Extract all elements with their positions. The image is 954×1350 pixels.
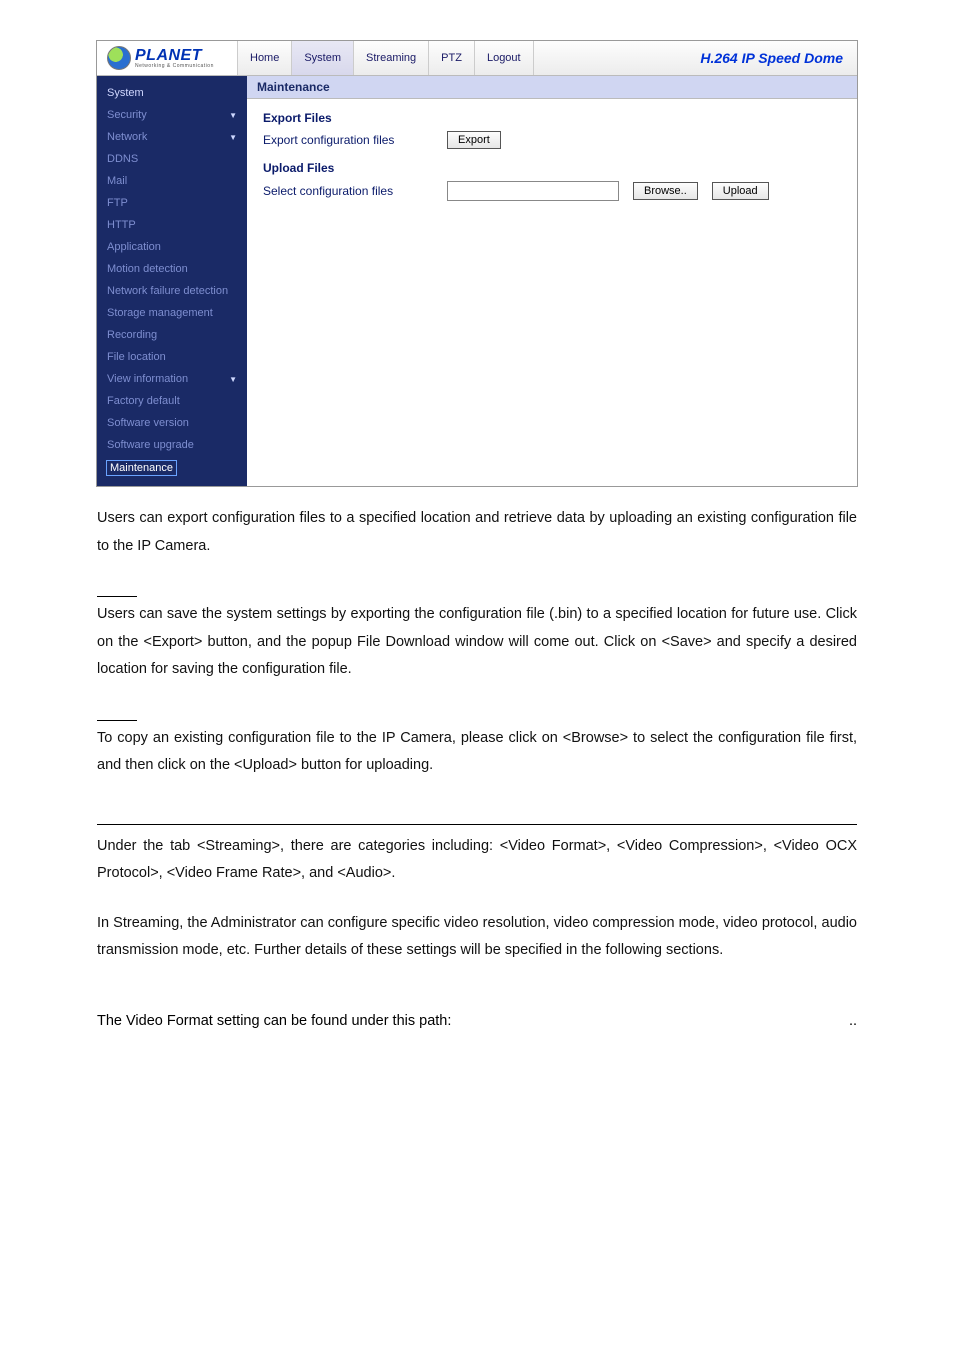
- paragraph: Users can save the system settings by ex…: [97, 601, 857, 684]
- export-button[interactable]: Export: [447, 131, 501, 149]
- sidebar-item-view-info[interactable]: View information▼: [97, 368, 247, 390]
- tab-home[interactable]: Home: [238, 41, 292, 75]
- globe-icon: [107, 46, 131, 70]
- section-divider: [97, 824, 857, 825]
- divider: [97, 596, 137, 597]
- app-screenshot: PLANET Networking & Communication Home S…: [96, 40, 858, 487]
- tab-ptz[interactable]: PTZ: [429, 41, 475, 75]
- chevron-down-icon: ▼: [229, 133, 237, 142]
- export-config-label: Export configuration files: [263, 133, 433, 147]
- document-body: Users can export configuration files to …: [97, 505, 857, 965]
- export-files-heading: Export Files: [263, 111, 841, 125]
- chevron-down-icon: ▼: [229, 111, 237, 120]
- tab-system[interactable]: System: [292, 41, 354, 75]
- sidebar-item-software-upgrade[interactable]: Software upgrade: [97, 434, 247, 456]
- sidebar-item-http[interactable]: HTTP: [97, 214, 247, 236]
- footer-line: The Video Format setting can be found un…: [97, 1013, 857, 1029]
- paragraph: To copy an existing configuration file t…: [97, 725, 857, 780]
- sidebar-item-application[interactable]: Application: [97, 236, 247, 258]
- sidebar-item-ddns[interactable]: DDNS: [97, 148, 247, 170]
- upload-button[interactable]: Upload: [712, 182, 769, 200]
- chevron-down-icon: ▼: [229, 375, 237, 384]
- logo-text: PLANET: [135, 47, 202, 64]
- sidebar-item-factory-default[interactable]: Factory default: [97, 390, 247, 412]
- footer-right: ..: [849, 1013, 857, 1029]
- tab-streaming[interactable]: Streaming: [354, 41, 429, 75]
- sidebar-item-network-failure[interactable]: Network failure detection: [97, 280, 247, 302]
- select-config-label: Select configuration files: [263, 184, 433, 198]
- page-title: Maintenance: [247, 76, 857, 99]
- sidebar-item-recording[interactable]: Recording: [97, 324, 247, 346]
- tab-logout[interactable]: Logout: [475, 41, 534, 75]
- app-header: PLANET Networking & Communication Home S…: [97, 41, 857, 76]
- nav-tabs: Home System Streaming PTZ Logout H.264 I…: [238, 41, 857, 75]
- sidebar-item-system[interactable]: System: [97, 82, 247, 104]
- sidebar-item-mail[interactable]: Mail: [97, 170, 247, 192]
- brand-title: H.264 IP Speed Dome: [534, 41, 857, 75]
- sidebar-item-file-location[interactable]: File location: [97, 346, 247, 368]
- paragraph: Users can export configuration files to …: [97, 505, 857, 560]
- paragraph: Under the tab <Streaming>, there are cat…: [97, 833, 857, 888]
- paragraph: In Streaming, the Administrator can conf…: [97, 910, 857, 965]
- content-area: Maintenance Export Files Export configur…: [247, 76, 857, 486]
- sidebar-item-security[interactable]: Security▼: [97, 104, 247, 126]
- sidebar-item-motion-detection[interactable]: Motion detection: [97, 258, 247, 280]
- file-path-input[interactable]: [447, 181, 619, 201]
- logo: PLANET Networking & Communication: [97, 41, 238, 75]
- upload-files-heading: Upload Files: [263, 161, 841, 175]
- browse-button[interactable]: Browse..: [633, 182, 698, 200]
- sidebar: System Security▼ Network▼ DDNS Mail FTP …: [97, 76, 247, 486]
- sidebar-item-software-version[interactable]: Software version: [97, 412, 247, 434]
- sidebar-item-network[interactable]: Network▼: [97, 126, 247, 148]
- sidebar-item-storage[interactable]: Storage management: [97, 302, 247, 324]
- footer-left: The Video Format setting can be found un…: [97, 1013, 451, 1029]
- divider: [97, 720, 137, 721]
- sidebar-item-ftp[interactable]: FTP: [97, 192, 247, 214]
- logo-subtext: Networking & Communication: [135, 64, 214, 69]
- sidebar-item-maintenance[interactable]: Maintenance: [97, 456, 247, 480]
